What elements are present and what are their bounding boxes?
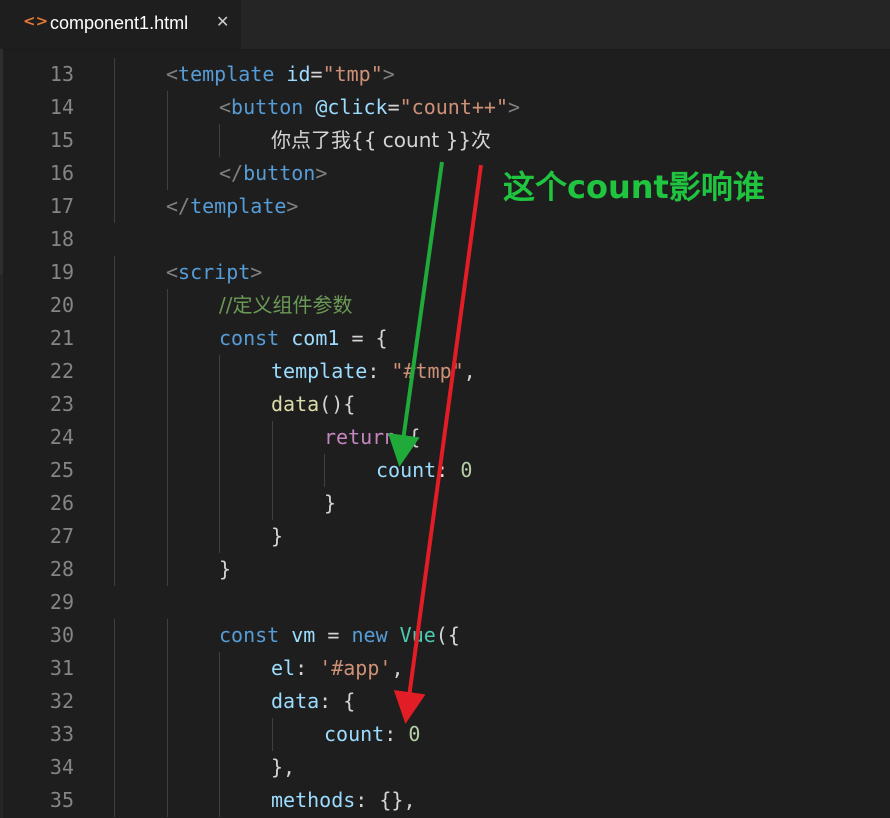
red-arrow [393, 164, 483, 724]
green-arrow [387, 161, 444, 467]
annotation-arrows [387, 161, 483, 724]
